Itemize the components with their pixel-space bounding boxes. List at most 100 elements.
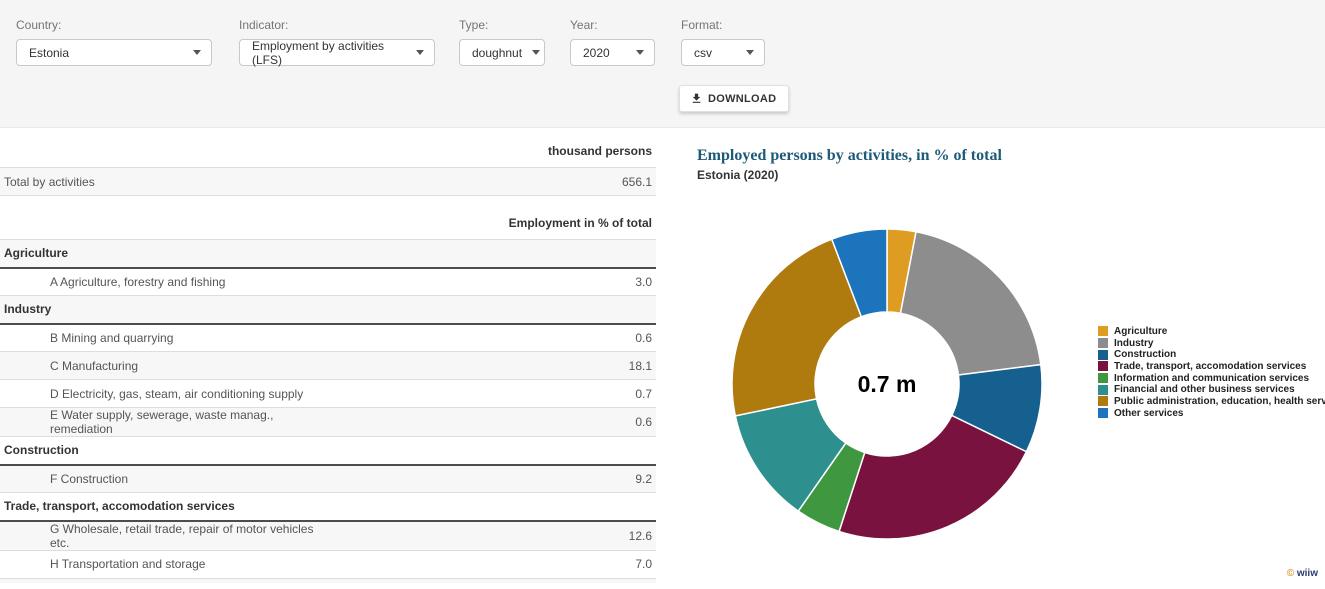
table-group-row: Construction — [0, 437, 656, 465]
legend-label: Public administration, education, health… — [1114, 396, 1325, 407]
indicator-filter: Indicator: Employment by activities (LFS… — [239, 18, 435, 66]
total-row: Total by activities 656.1 — [0, 168, 656, 196]
chevron-down-icon — [636, 50, 644, 55]
table-row: F Construction9.2 — [0, 465, 656, 493]
legend-item[interactable]: Agriculture — [1098, 326, 1325, 337]
chart-title: Employed persons by activities, in % of … — [697, 147, 1002, 165]
year-label: Year: — [570, 18, 655, 32]
row-value: 3.0 — [328, 268, 656, 296]
row-value: 0.6 — [328, 408, 656, 437]
row-label: C Manufacturing — [0, 352, 328, 380]
group-row-label: Industry — [0, 296, 656, 324]
data-table-panel: thousand persons Total by activities 656… — [0, 128, 656, 583]
table-group-row: Industry — [0, 296, 656, 324]
download-button[interactable]: DOWNLOAD — [679, 85, 789, 112]
copyright-icon: © — [1287, 568, 1294, 579]
legend-label: Industry — [1114, 338, 1153, 349]
copyright-name: wiiw — [1297, 568, 1318, 579]
doughnut-center-label: 0.7 m — [787, 371, 987, 398]
type-filter: Type: doughnut — [459, 18, 545, 66]
legend-item[interactable]: Information and communication services — [1098, 373, 1325, 384]
chart-legend: AgricultureIndustryConstructionTrade, tr… — [1098, 326, 1325, 419]
legend-label: Trade, transport, accomodation services — [1114, 361, 1306, 372]
table-group-row: Agriculture — [0, 240, 656, 268]
total-row-label: Total by activities — [0, 168, 328, 196]
legend-swatch-icon — [1098, 396, 1108, 406]
row-label: E Water supply, sewerage, waste manag., … — [0, 408, 328, 437]
legend-label: Agriculture — [1114, 326, 1167, 337]
legend-label: Financial and other business services — [1114, 384, 1295, 395]
legend-swatch-icon — [1098, 350, 1108, 360]
table-section-header: Employment in % of total — [0, 196, 656, 240]
group-row-label: Trade, transport, accomodation services — [0, 493, 656, 521]
format-label: Format: — [681, 18, 765, 32]
total-row-value: 656.1 — [328, 168, 656, 196]
indicator-select-value: Employment by activities (LFS) — [252, 39, 406, 67]
chevron-down-icon — [532, 50, 540, 55]
legend-item[interactable]: Trade, transport, accomodation services — [1098, 361, 1325, 372]
country-label: Country: — [16, 18, 212, 32]
table-row: A Agriculture, forestry and fishing3.0 — [0, 268, 656, 296]
legend-label: Information and communication services — [1114, 373, 1309, 384]
country-select[interactable]: Estonia — [16, 39, 212, 66]
country-filter: Country: Estonia — [16, 18, 212, 66]
table-row: D Electricity, gas, steam, air condition… — [0, 380, 656, 408]
legend-item[interactable]: Construction — [1098, 349, 1325, 360]
format-filter: Format: csv — [681, 18, 765, 66]
indicator-select[interactable]: Employment by activities (LFS) — [239, 39, 435, 66]
legend-label: Construction — [1114, 349, 1176, 360]
year-select[interactable]: 2020 — [570, 39, 655, 66]
table-row-partial — [0, 578, 656, 583]
row-label: F Construction — [0, 465, 328, 493]
row-value: 0.7 — [328, 380, 656, 408]
group-row-label: Agriculture — [0, 240, 656, 268]
type-label: Type: — [459, 18, 545, 32]
legend-swatch-icon — [1098, 408, 1108, 418]
row-label: G Wholesale, retail trade, repair of mot… — [0, 521, 328, 551]
table-group-row: Trade, transport, accomodation services — [0, 493, 656, 521]
activities-table-body: AgricultureA Agriculture, forestry and f… — [0, 240, 656, 579]
download-icon — [690, 92, 703, 105]
table-row: B Mining and quarrying0.6 — [0, 324, 656, 352]
indicator-label: Indicator: — [239, 18, 435, 32]
table-row: G Wholesale, retail trade, repair of mot… — [0, 521, 656, 551]
activities-table: Employment in % of total AgricultureA Ag… — [0, 196, 656, 578]
legend-item[interactable]: Financial and other business services — [1098, 384, 1325, 395]
legend-item[interactable]: Other services — [1098, 408, 1325, 419]
country-select-value: Estonia — [29, 46, 69, 60]
chart-subtitle: Estonia (2020) — [697, 168, 778, 182]
table-row: H Transportation and storage7.0 — [0, 550, 656, 578]
row-value: 18.1 — [328, 352, 656, 380]
group-row-label: Construction — [0, 437, 656, 465]
row-value: 0.6 — [328, 324, 656, 352]
chevron-down-icon — [193, 50, 201, 55]
legend-item[interactable]: Industry — [1098, 338, 1325, 349]
format-select[interactable]: csv — [681, 39, 765, 66]
row-label: H Transportation and storage — [0, 550, 328, 578]
table-row: C Manufacturing18.1 — [0, 352, 656, 380]
legend-item[interactable]: Public administration, education, health… — [1098, 396, 1325, 407]
legend-swatch-icon — [1098, 326, 1108, 336]
legend-swatch-icon — [1098, 373, 1108, 383]
legend-swatch-icon — [1098, 385, 1108, 395]
filter-bar: Country: Estonia Indicator: Employment b… — [0, 0, 1325, 128]
copyright: © wiiw — [1287, 568, 1318, 579]
row-label: B Mining and quarrying — [0, 324, 328, 352]
type-select[interactable]: doughnut — [459, 39, 545, 66]
donut-slice[interactable] — [900, 232, 1040, 375]
table-unit-header: thousand persons — [0, 128, 656, 168]
year-filter: Year: 2020 — [570, 18, 655, 66]
table-row: E Water supply, sewerage, waste manag., … — [0, 408, 656, 437]
row-value: 7.0 — [328, 550, 656, 578]
legend-label: Other services — [1114, 408, 1184, 419]
year-select-value: 2020 — [583, 46, 610, 60]
download-button-label: DOWNLOAD — [708, 93, 776, 105]
format-select-value: csv — [694, 46, 712, 60]
chevron-down-icon — [416, 50, 424, 55]
app: Country: Estonia Indicator: Employment b… — [0, 0, 1325, 589]
chart-panel: Employed persons by activities, in % of … — [656, 128, 1325, 589]
row-label: D Electricity, gas, steam, air condition… — [0, 380, 328, 408]
row-label: A Agriculture, forestry and fishing — [0, 268, 328, 296]
row-value: 12.6 — [328, 521, 656, 551]
legend-swatch-icon — [1098, 361, 1108, 371]
